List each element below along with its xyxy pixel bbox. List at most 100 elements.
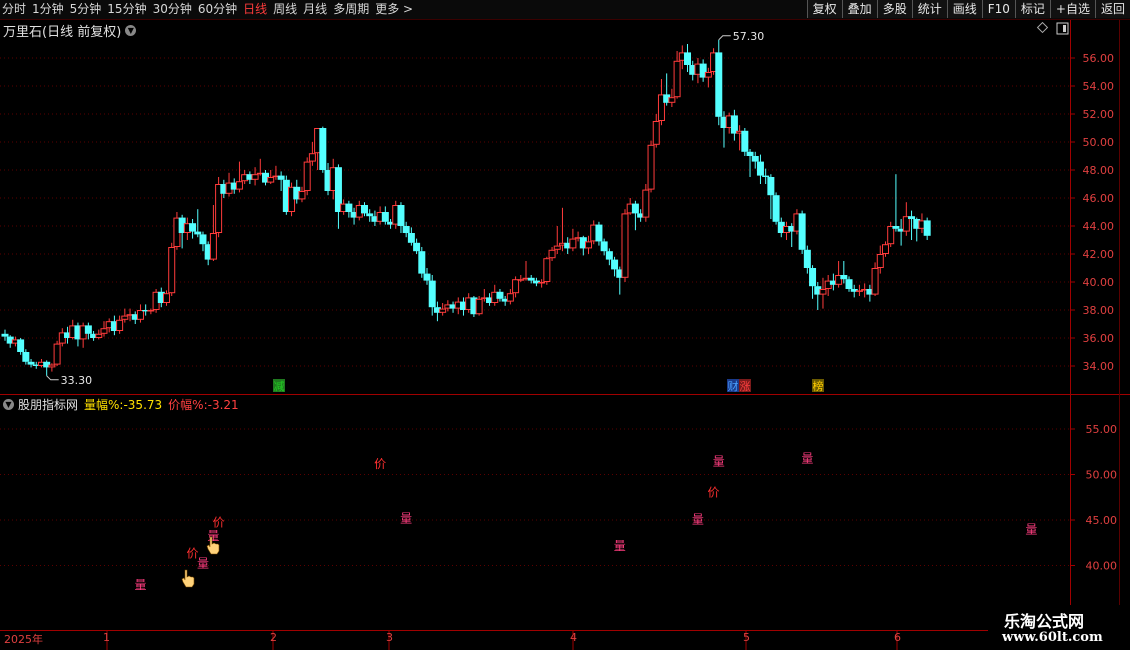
candle-body — [293, 186, 301, 200]
candle-body — [360, 205, 368, 214]
candle-body — [209, 233, 217, 260]
candle — [522, 261, 530, 281]
candle — [27, 359, 35, 368]
candle — [689, 60, 697, 81]
candle — [173, 212, 181, 250]
candle — [756, 154, 764, 184]
candle — [204, 241, 212, 266]
restore-rights-button[interactable]: 复权 — [806, 0, 842, 18]
tab-fenshi[interactable]: 分时 — [2, 1, 31, 18]
candle — [814, 282, 822, 310]
candle-body — [350, 212, 358, 218]
candle — [579, 235, 587, 256]
candle — [668, 88, 676, 107]
candle-body — [199, 234, 207, 245]
candle-body — [225, 182, 233, 194]
candle-body — [194, 231, 202, 235]
candle-body — [673, 60, 681, 98]
candle-body — [251, 174, 259, 180]
tab-monthly[interactable]: 月线 — [303, 1, 332, 18]
candle — [48, 363, 56, 372]
kline-chart[interactable]: 56.00 54.00 52.00 50.00 48.00 46.00 44.00 42.00… — [0, 0, 1130, 650]
tab-60min[interactable]: 60分钟 — [198, 1, 242, 18]
multi-stock-button[interactable]: 多股 — [876, 0, 912, 18]
candle — [32, 361, 40, 369]
chart-title[interactable]: 万里石(日线 前复权) ▼ — [3, 21, 137, 40]
series-1-value: -35.73 — [123, 397, 163, 412]
candle — [84, 322, 92, 340]
candle-body — [605, 251, 613, 260]
candle-body — [27, 361, 35, 365]
candle-body — [756, 161, 764, 176]
indicator-name[interactable]: 股朋指标网 — [18, 396, 78, 413]
tab-daily[interactable]: 日线 — [243, 1, 272, 18]
candle-body — [501, 298, 509, 302]
candle-body — [595, 224, 603, 242]
candle — [366, 209, 374, 222]
candle — [678, 45, 686, 70]
draw-line-button[interactable]: 画线 — [946, 0, 982, 18]
volume-amp-point: 量 — [400, 512, 412, 526]
action-buttons: 复权 叠加 多股 统计 画线 F10 标记 +自选 返回 — [806, 0, 1130, 18]
f10-button[interactable]: F10 — [981, 0, 1015, 18]
candle — [793, 209, 801, 235]
add-watchlist-button[interactable]: +自选 — [1049, 0, 1095, 18]
candle — [819, 277, 827, 309]
candle-body — [288, 186, 296, 213]
tab-more[interactable]: 更多 > — [375, 1, 418, 18]
candle — [652, 114, 660, 148]
candle — [480, 289, 488, 302]
candle — [100, 321, 108, 337]
candle-body — [814, 286, 822, 295]
candle — [37, 359, 45, 368]
price-tick-label: 38.00 — [1083, 304, 1115, 317]
candle-body — [861, 289, 869, 291]
indicator-axis-labels: 55.00 50.00 45.00 40.00 — [1086, 423, 1118, 573]
candle-body — [902, 216, 910, 232]
overlay-button[interactable]: 叠加 — [841, 0, 877, 18]
series-2-name: 价幅% — [168, 398, 204, 412]
candle — [532, 277, 540, 287]
candle — [371, 210, 379, 226]
candle — [293, 179, 301, 204]
tab-1min[interactable]: 1分钟 — [32, 1, 69, 18]
candle-body — [136, 310, 144, 320]
tab-30min[interactable]: 30分钟 — [153, 1, 197, 18]
tab-weekly[interactable]: 周线 — [273, 1, 302, 18]
mark-button[interactable]: 标记 — [1014, 0, 1050, 18]
candle — [746, 149, 754, 177]
candle-body — [69, 325, 77, 338]
event-marker-3: 榜 — [812, 379, 824, 393]
candle — [923, 217, 931, 240]
candle — [809, 265, 817, 299]
candle — [673, 51, 681, 99]
candle-body — [730, 115, 738, 134]
candle-body — [329, 167, 337, 191]
price-amp-point: 价 — [708, 485, 720, 499]
chevron-down-icon[interactable]: ▼ — [3, 399, 14, 410]
candle — [314, 128, 322, 170]
volume-amp-point: 量 — [1025, 523, 1037, 537]
statistics-button[interactable]: 统计 — [911, 0, 947, 18]
candle-body — [710, 52, 718, 73]
candle-body — [725, 115, 733, 129]
candle-body — [376, 212, 384, 222]
event-marker-label: 榜 — [813, 379, 824, 393]
tab-15min[interactable]: 15分钟 — [107, 1, 151, 18]
back-button[interactable]: 返回 — [1094, 0, 1130, 18]
candle — [126, 308, 134, 322]
candle — [496, 289, 504, 302]
candle — [553, 226, 561, 254]
candle — [850, 284, 858, 298]
candle-body — [277, 175, 285, 180]
candle-body — [762, 175, 770, 177]
candle-body — [459, 301, 467, 310]
candle-body — [585, 241, 593, 249]
candle-body — [704, 72, 712, 78]
chevron-down-icon[interactable]: ▼ — [125, 25, 137, 36]
tab-5min[interactable]: 5分钟 — [70, 1, 107, 18]
candle — [590, 220, 598, 245]
candle — [631, 200, 639, 231]
candle — [897, 219, 905, 246]
tab-multi-period[interactable]: 多周期 — [333, 1, 374, 18]
